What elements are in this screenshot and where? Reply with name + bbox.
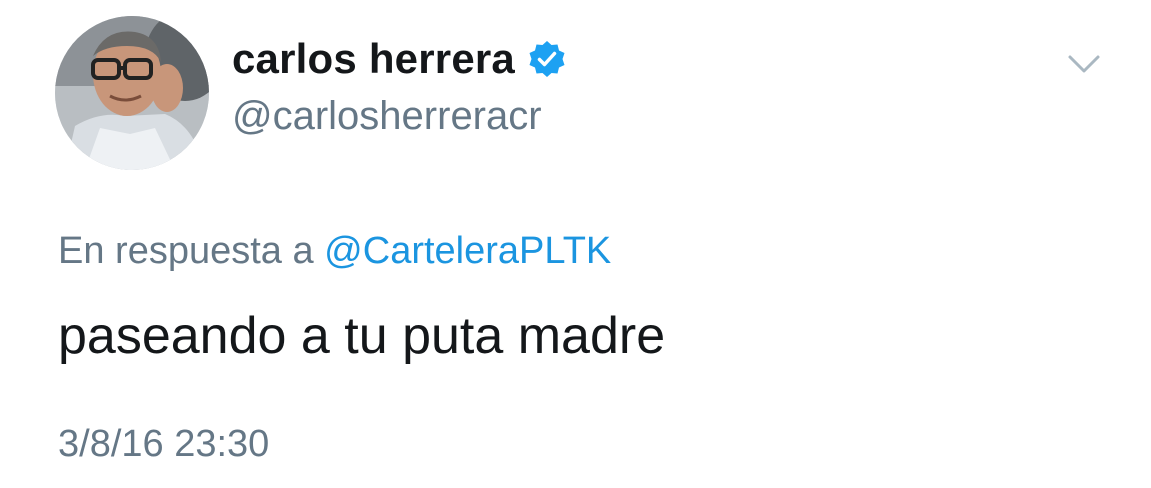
avatar-photo-icon — [55, 16, 209, 170]
verified-badge-icon — [527, 39, 567, 79]
chevron-down-icon[interactable] — [1066, 52, 1102, 76]
display-name-row: carlos herrera — [232, 38, 567, 80]
display-name[interactable]: carlos herrera — [232, 38, 515, 80]
tweet-timestamp[interactable]: 3/8/16 23:30 — [58, 425, 269, 463]
user-handle[interactable]: @carlosherreracr — [232, 96, 542, 136]
tweet-card: carlos herrera @carlosherreracr En respu… — [0, 0, 1151, 488]
reply-context: En respuesta a @CarteleraPLTK — [58, 232, 611, 270]
avatar[interactable] — [55, 16, 209, 170]
reply-to-handle-link[interactable]: @CarteleraPLTK — [324, 230, 611, 272]
reply-prefix: En respuesta a — [58, 230, 325, 272]
tweet-text: paseando a tu puta madre — [58, 307, 666, 365]
